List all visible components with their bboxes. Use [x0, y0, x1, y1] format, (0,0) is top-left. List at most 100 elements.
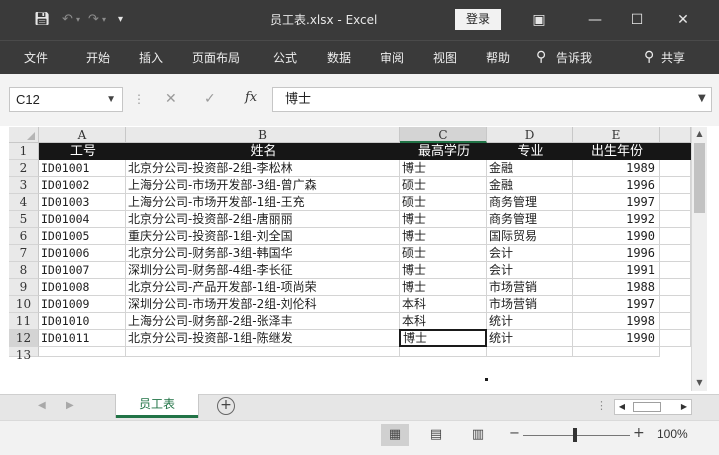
menu-formulas[interactable]: 公式: [273, 50, 297, 66]
share-person-icon[interactable]: ⚲: [644, 49, 654, 65]
cell-name[interactable]: 北京分公司-财务部-3组-韩国华: [126, 245, 400, 262]
horizontal-scrollbar[interactable]: ◀ ▶: [614, 399, 692, 415]
share-button[interactable]: 共享: [661, 50, 685, 66]
cell-empty[interactable]: [39, 347, 126, 357]
cell-id[interactable]: ID01006: [39, 245, 126, 262]
zoom-out-button[interactable]: −: [509, 426, 520, 441]
normal-view-icon[interactable]: ▦: [381, 424, 409, 446]
cell-empty[interactable]: [660, 330, 691, 347]
cell-id[interactable]: ID01008: [39, 279, 126, 296]
cell-name[interactable]: 深圳分公司-财务部-4组-李长征: [126, 262, 400, 279]
login-button[interactable]: 登录: [455, 9, 501, 30]
chevron-down-icon[interactable]: ▼: [106, 88, 116, 111]
cell-birth-year[interactable]: 1997: [573, 296, 660, 313]
menu-review[interactable]: 审阅: [380, 50, 404, 66]
cell-degree[interactable]: 博士: [399, 329, 487, 347]
cell-major[interactable]: 市场营销: [487, 279, 573, 296]
menu-file[interactable]: 文件: [24, 50, 48, 66]
menu-page-layout[interactable]: 页面布局: [192, 50, 240, 66]
cell-empty[interactable]: [487, 347, 573, 357]
row-header-7[interactable]: 7: [9, 245, 39, 262]
formula-input[interactable]: 博士: [272, 87, 712, 112]
cell-empty[interactable]: [660, 296, 691, 313]
cell-birth-year[interactable]: 1998: [573, 313, 660, 330]
column-header-a[interactable]: A: [39, 127, 126, 143]
cell-birth-year[interactable]: 1988: [573, 279, 660, 296]
cell-name[interactable]: 上海分公司-市场开发部-3组-曾广森: [126, 177, 400, 194]
column-header-e[interactable]: E: [573, 127, 660, 143]
row-header-9[interactable]: 9: [9, 279, 39, 296]
row-header-12[interactable]: 12: [9, 330, 39, 347]
cell-name[interactable]: 北京分公司-投资部-2组-唐丽丽: [126, 211, 400, 228]
cell-empty[interactable]: [660, 160, 691, 177]
close-icon[interactable]: ✕: [668, 8, 698, 32]
insert-function-button[interactable]: fx: [245, 90, 257, 105]
header-cell-empty[interactable]: [660, 143, 691, 160]
cell-id[interactable]: ID01007: [39, 262, 126, 279]
tell-me-search[interactable]: 告诉我: [556, 50, 592, 66]
menu-insert[interactable]: 插入: [139, 50, 163, 66]
scroll-up-icon[interactable]: ▲: [692, 127, 707, 141]
page-break-view-icon[interactable]: ▥: [464, 424, 492, 446]
quick-access-dropdown-icon[interactable]: ▾: [118, 12, 123, 28]
vertical-scroll-thumb[interactable]: [694, 143, 705, 213]
cell-name[interactable]: 北京分公司-投资部-2组-李松林: [126, 160, 400, 177]
cell-degree[interactable]: 本科: [400, 313, 487, 330]
tab-split-handle-icon[interactable]: ⋮: [596, 399, 607, 412]
cell-empty[interactable]: [660, 279, 691, 296]
cell-major[interactable]: 市场营销: [487, 296, 573, 313]
cell-birth-year[interactable]: 1992: [573, 211, 660, 228]
redo-dropdown-icon[interactable]: ▾: [102, 12, 106, 28]
scroll-right-icon[interactable]: ▶: [677, 400, 691, 414]
cell-birth-year[interactable]: 1990: [573, 228, 660, 245]
cell-name[interactable]: 深圳分公司-市场开发部-2组-刘伦科: [126, 296, 400, 313]
page-layout-view-icon[interactable]: ▤: [422, 424, 450, 446]
cell-id[interactable]: ID01010: [39, 313, 126, 330]
cell-birth-year[interactable]: 1996: [573, 177, 660, 194]
select-all-button[interactable]: [9, 127, 39, 143]
cell-name[interactable]: 北京分公司-产品开发部-1组-项尚荣: [126, 279, 400, 296]
cell-name[interactable]: 上海分公司-市场开发部-1组-王充: [126, 194, 400, 211]
header-cell-major[interactable]: 专业: [487, 143, 573, 160]
header-cell-birth-year[interactable]: 出生年份: [573, 143, 660, 160]
cell-birth-year[interactable]: 1997: [573, 194, 660, 211]
vertical-scrollbar[interactable]: ▲ ▼: [691, 127, 707, 391]
cell-name[interactable]: 北京分公司-投资部-1组-陈继发: [126, 330, 400, 347]
column-header-b[interactable]: B: [126, 127, 400, 143]
cell-empty[interactable]: [660, 194, 691, 211]
expand-formula-bar-icon[interactable]: ▼: [698, 93, 706, 104]
zoom-level[interactable]: 100%: [657, 427, 688, 441]
menu-help[interactable]: 帮助: [486, 50, 510, 66]
next-sheet-icon[interactable]: ▶: [66, 400, 74, 411]
cell-degree[interactable]: 本科: [400, 296, 487, 313]
zoom-in-button[interactable]: +: [633, 425, 645, 441]
enter-check-icon[interactable]: ✓: [204, 90, 216, 108]
cell-major[interactable]: 金融: [487, 160, 573, 177]
row-header-11[interactable]: 11: [9, 313, 39, 330]
cell-id[interactable]: ID01001: [39, 160, 126, 177]
cell-major[interactable]: 金融: [487, 177, 573, 194]
cell-degree[interactable]: 硕士: [400, 245, 487, 262]
cell-degree[interactable]: 博士: [400, 211, 487, 228]
menu-view[interactable]: 视图: [433, 50, 457, 66]
cell-degree[interactable]: 硕士: [400, 194, 487, 211]
cell-degree[interactable]: 硕士: [400, 177, 487, 194]
cell-id[interactable]: ID01003: [39, 194, 126, 211]
sheet-tab-employee[interactable]: 员工表: [116, 394, 198, 418]
row-header-1[interactable]: 1: [9, 143, 39, 160]
fill-handle[interactable]: [484, 377, 489, 382]
cell-empty[interactable]: [126, 347, 400, 357]
column-header-c[interactable]: C: [400, 127, 487, 143]
cell-id[interactable]: ID01002: [39, 177, 126, 194]
zoom-slider-thumb[interactable]: [573, 428, 577, 442]
save-icon[interactable]: 💾︎: [34, 12, 51, 28]
cell-empty[interactable]: [660, 177, 691, 194]
lightbulb-icon[interactable]: ⚲: [536, 49, 546, 65]
redo-icon[interactable]: ↷: [88, 12, 99, 28]
cell-empty[interactable]: [660, 211, 691, 228]
undo-dropdown-icon[interactable]: ▾: [76, 12, 80, 28]
row-header-6[interactable]: 6: [9, 228, 39, 245]
cell-major[interactable]: 国际贸易: [487, 228, 573, 245]
row-header-5[interactable]: 5: [9, 211, 39, 228]
cell-empty[interactable]: [573, 347, 660, 357]
